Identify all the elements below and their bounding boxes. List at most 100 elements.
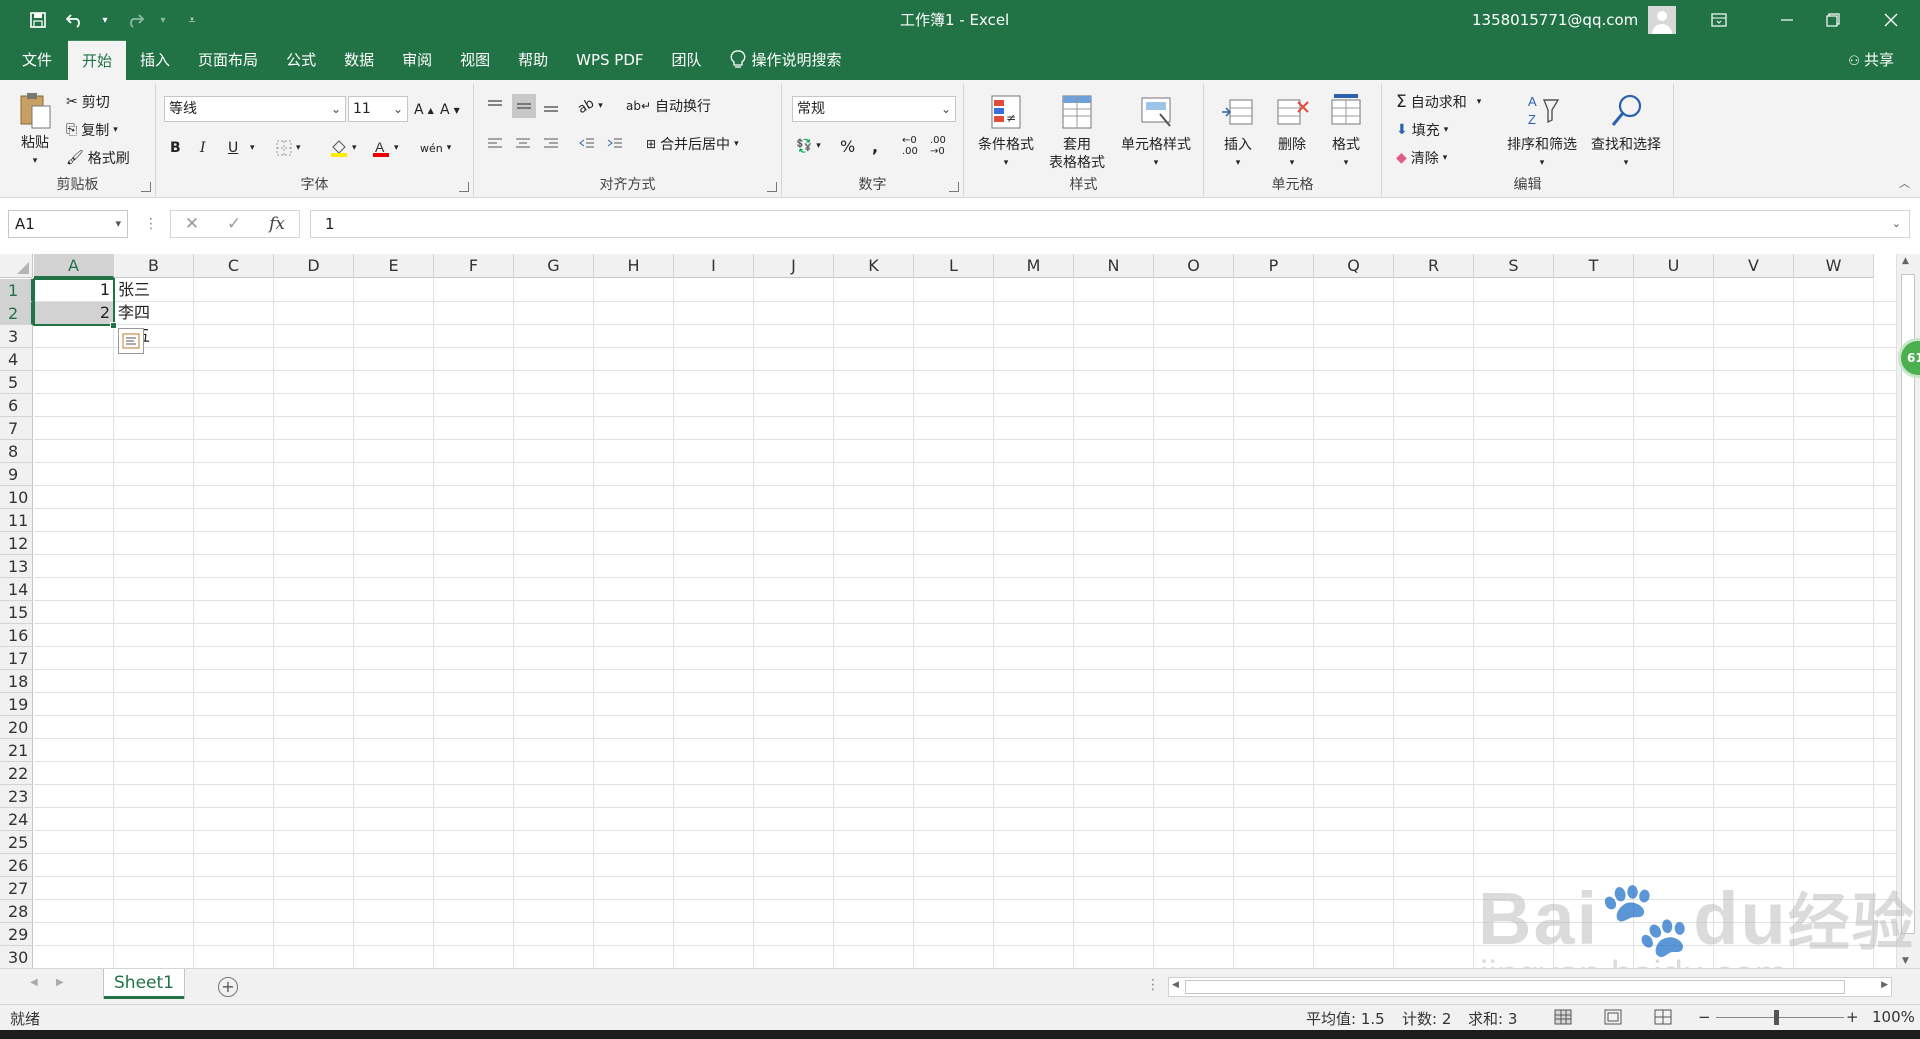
phonetic-icon[interactable]: wén ▾ xyxy=(420,136,451,160)
row-header-5[interactable]: 5 xyxy=(0,371,33,394)
name-box[interactable]: A1 ▾ xyxy=(8,210,128,238)
prev-sheet-icon[interactable]: ◀ xyxy=(30,977,38,988)
bold-button[interactable]: B xyxy=(170,136,181,160)
increase-font-icon[interactable]: A ▲ xyxy=(414,98,434,122)
chevron-down-icon[interactable]: ▾ xyxy=(250,136,255,160)
scroll-down-icon[interactable]: ▼ xyxy=(1902,956,1909,966)
column-header-g[interactable]: G xyxy=(514,254,594,278)
sheet-tab-sheet1[interactable]: Sheet1 xyxy=(104,969,184,999)
currency-icon[interactable]: 💱 ▾ xyxy=(796,134,821,158)
column-header-p[interactable]: P xyxy=(1234,254,1314,278)
formula-input[interactable]: 1 ⌄ xyxy=(310,210,1910,238)
wrap-text-button[interactable]: ab↵ 自动换行 xyxy=(626,94,711,118)
row-header-9[interactable]: 9 xyxy=(0,463,33,486)
column-header-r[interactable]: R xyxy=(1394,254,1474,278)
tab-insert[interactable]: 插入 xyxy=(126,40,184,80)
close-icon[interactable] xyxy=(1868,0,1914,40)
column-header-a[interactable]: A xyxy=(34,254,114,278)
row-header-30[interactable]: 30 xyxy=(0,946,33,968)
row-header-1[interactable]: 1 xyxy=(0,279,33,302)
add-sheet-icon[interactable]: + xyxy=(218,977,238,997)
sort-filter-button[interactable]: AZ 排序和筛选 ▾ xyxy=(1502,92,1582,172)
font-color-icon[interactable]: A ▾ xyxy=(372,136,399,160)
autosum-button[interactable]: Σ 自动求和 ▾ xyxy=(1396,90,1481,114)
paste-button[interactable]: 粘贴 ▾ xyxy=(12,90,58,170)
dialog-launcher-icon[interactable] xyxy=(949,182,959,192)
row-header-13[interactable]: 13 xyxy=(0,555,33,578)
merge-center-button[interactable]: ⊞ 合并后居中 ▾ xyxy=(646,132,739,156)
redo-icon[interactable] xyxy=(120,6,148,34)
align-center-icon[interactable] xyxy=(514,132,532,156)
align-right-icon[interactable] xyxy=(542,132,560,156)
row-header-19[interactable]: 19 xyxy=(0,693,33,716)
italic-button[interactable]: I xyxy=(200,136,206,160)
comma-button[interactable]: , xyxy=(872,134,878,158)
row-header-15[interactable]: 15 xyxy=(0,601,33,624)
borders-icon[interactable]: ▾ xyxy=(276,136,301,160)
tab-formulas[interactable]: 公式 xyxy=(272,40,330,80)
account-email[interactable]: 1358015771@qq.com xyxy=(1472,0,1638,40)
tell-me-search[interactable]: 操作说明搜索 xyxy=(716,40,856,80)
row-header-22[interactable]: 22 xyxy=(0,762,33,785)
insert-function-icon[interactable]: fx xyxy=(269,214,285,234)
decrease-font-icon[interactable]: A ▼ xyxy=(440,98,460,122)
redo-dropdown-icon[interactable]: ▾ xyxy=(158,6,168,34)
row-header-7[interactable]: 7 xyxy=(0,417,33,440)
share-button[interactable]: ⚇ 共享 xyxy=(1848,40,1894,82)
minimize-icon[interactable] xyxy=(1764,0,1810,40)
orientation-icon[interactable]: ab ▾ xyxy=(575,94,602,118)
row-header-16[interactable]: 16 xyxy=(0,624,33,647)
collapse-ribbon-icon[interactable]: ︿ xyxy=(1899,175,1910,191)
conditional-formatting-button[interactable]: ≠ 条件格式 ▾ xyxy=(974,92,1038,172)
zoom-slider-thumb[interactable] xyxy=(1774,1010,1779,1025)
row-header-12[interactable]: 12 xyxy=(0,532,33,555)
column-header-u[interactable]: U xyxy=(1634,254,1714,278)
row-header-14[interactable]: 14 xyxy=(0,578,33,601)
cell-styles-button[interactable]: 单元格样式 ▾ xyxy=(1114,92,1198,172)
decrease-indent-icon[interactable] xyxy=(578,132,596,156)
fill-color-icon[interactable]: ▾ xyxy=(330,136,357,160)
avatar[interactable] xyxy=(1648,6,1676,34)
row-header-27[interactable]: 27 xyxy=(0,877,33,900)
format-as-table-button[interactable]: 套用 表格格式 xyxy=(1044,92,1110,172)
page-layout-view-icon[interactable] xyxy=(1604,1009,1622,1029)
status-count[interactable]: 计数: 2 xyxy=(1402,1008,1451,1029)
horizontal-scrollbar[interactable]: ◀ ▶ xyxy=(1168,977,1892,997)
row-header-26[interactable]: 26 xyxy=(0,854,33,877)
page-break-view-icon[interactable] xyxy=(1654,1009,1672,1029)
scroll-left-icon[interactable]: ◀ xyxy=(1172,980,1179,990)
row-header-28[interactable]: 28 xyxy=(0,900,33,923)
row-header-10[interactable]: 10 xyxy=(0,486,33,509)
tab-help[interactable]: 帮助 xyxy=(504,40,562,80)
format-cells-button[interactable]: 格式 ▾ xyxy=(1324,92,1368,172)
font-size-combo[interactable]: 11 ⌄ xyxy=(348,96,408,122)
column-header-q[interactable]: Q xyxy=(1314,254,1394,278)
zoom-level[interactable]: 100% xyxy=(1872,1008,1915,1026)
increase-indent-icon[interactable] xyxy=(606,132,624,156)
column-header-s[interactable]: S xyxy=(1474,254,1554,278)
insert-cells-button[interactable]: 插入 ▾ xyxy=(1216,92,1260,172)
column-header-o[interactable]: O xyxy=(1154,254,1234,278)
column-header-w[interactable]: W xyxy=(1794,254,1874,278)
row-header-21[interactable]: 21 xyxy=(0,739,33,762)
zoom-slider-track[interactable] xyxy=(1716,1017,1844,1018)
row-header-8[interactable]: 8 xyxy=(0,440,33,463)
tab-split-grip-icon[interactable]: ⋮ xyxy=(1146,977,1160,993)
row-header-3[interactable]: 3 xyxy=(0,325,33,348)
row-header-18[interactable]: 18 xyxy=(0,670,33,693)
fill-handle[interactable] xyxy=(110,322,117,329)
align-left-icon[interactable] xyxy=(486,132,504,156)
zoom-out-button[interactable]: − xyxy=(1698,1008,1711,1026)
column-header-d[interactable]: D xyxy=(274,254,354,278)
column-header-h[interactable]: H xyxy=(594,254,674,278)
tab-wps-pdf[interactable]: WPS PDF xyxy=(562,40,657,80)
customize-qat-icon[interactable]: ⩡ xyxy=(178,6,206,34)
percent-button[interactable]: % xyxy=(840,134,855,158)
horizontal-scroll-thumb[interactable] xyxy=(1185,980,1845,994)
tab-file[interactable]: 文件 xyxy=(0,40,68,80)
tab-review[interactable]: 审阅 xyxy=(388,40,446,80)
column-header-n[interactable]: N xyxy=(1074,254,1154,278)
row-header-29[interactable]: 29 xyxy=(0,923,33,946)
save-icon[interactable] xyxy=(24,6,52,34)
restore-icon[interactable] xyxy=(1810,0,1856,40)
